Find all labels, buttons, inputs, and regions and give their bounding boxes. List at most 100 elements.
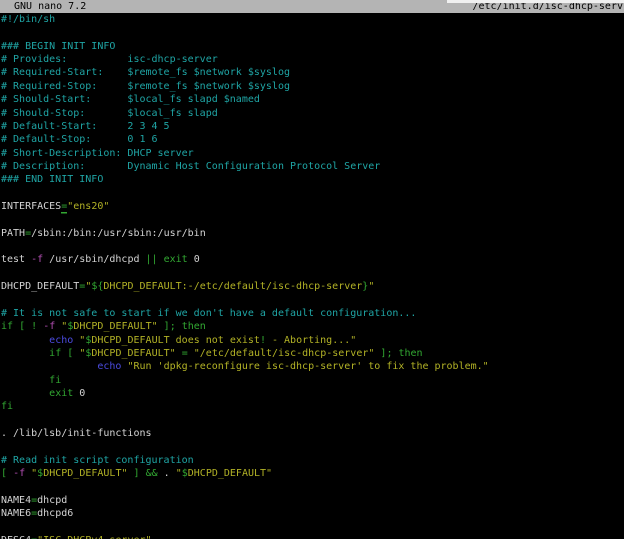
code-token: PATH xyxy=(1,228,25,239)
nano-version-label: GNU nano 7.2 xyxy=(14,0,86,13)
code-line xyxy=(1,294,624,307)
code-line: echo "Run 'dpkg-reconfigure isc-dhcp-ser… xyxy=(1,360,624,373)
code-token: dhcpd xyxy=(37,495,67,506)
code-token: fi xyxy=(49,375,61,386)
code-token: 0 xyxy=(73,388,85,399)
code-token: # Default-Start: 2 3 4 5 xyxy=(1,121,170,132)
code-token: #!/bin/sh xyxy=(1,14,55,25)
code-token: . xyxy=(158,468,176,479)
code-line xyxy=(1,187,624,200)
code-token: " xyxy=(368,281,374,292)
code-token: if xyxy=(49,348,61,359)
code-token: ### BEGIN INIT INFO xyxy=(1,41,115,52)
code-token: -f xyxy=(43,321,55,332)
code-token: DESC4 xyxy=(1,535,31,539)
code-line xyxy=(1,267,624,280)
code-line: # Should-Start: $local_fs slapd $named xyxy=(1,93,624,106)
code-token: INTERFACES xyxy=(1,201,61,212)
code-token: DHCPD_DEFAULT" xyxy=(73,321,157,332)
code-line: echo "$DHCPD_DEFAULT does not exist! - A… xyxy=(1,334,624,347)
code-token: exit xyxy=(164,254,188,265)
code-token xyxy=(1,335,49,346)
code-token: - Aborting..." xyxy=(266,335,356,346)
code-token: DHCPD_DEFAULT does not exist xyxy=(91,335,260,346)
code-line: DHCPD_DEFAULT="${DHCPD_DEFAULT:-/etc/def… xyxy=(1,280,624,293)
code-token xyxy=(1,375,49,386)
code-token: ]; xyxy=(380,348,392,359)
code-token: DHCPD_DEFAULT xyxy=(1,281,79,292)
code-token xyxy=(1,361,97,372)
code-token: # Provides: isc-dhcp-server xyxy=(1,54,218,65)
code-line: # Default-Start: 2 3 4 5 xyxy=(1,120,624,133)
code-token: && xyxy=(146,468,158,479)
code-token: -f xyxy=(31,254,43,265)
code-token: exit xyxy=(49,388,73,399)
code-token: NAME4 xyxy=(1,495,31,506)
code-line: test -f /usr/sbin/dhcpd || exit 0 xyxy=(1,253,624,266)
code-token: 0 xyxy=(188,254,200,265)
code-line: PATH=/sbin:/bin:/usr/sbin:/usr/bin xyxy=(1,227,624,240)
code-line: # Required-Start: $remote_fs $network $s… xyxy=(1,66,624,79)
code-line xyxy=(1,240,624,253)
code-token: DHCPD_DEFAULT" xyxy=(43,468,127,479)
code-token: DHCPD_DEFAULT" xyxy=(188,468,272,479)
code-token: # Required-Start: $remote_fs $network $s… xyxy=(1,67,290,78)
code-token: . /lib/lsb/init-functions xyxy=(1,428,152,439)
code-token: ### END INIT INFO xyxy=(1,174,103,185)
code-token: # It is not safe to start if we don't ha… xyxy=(1,308,416,319)
code-token: # Default-Stop: 0 1 6 xyxy=(1,134,158,145)
code-token: DHCPD_DEFAULT:-/etc/default/isc-dhcp-ser… xyxy=(103,281,362,292)
code-line: ### BEGIN INIT INFO xyxy=(1,40,624,53)
code-token xyxy=(1,388,49,399)
code-token: ]; xyxy=(164,321,176,332)
code-line xyxy=(1,213,624,226)
code-line: # Default-Stop: 0 1 6 xyxy=(1,133,624,146)
code-line: # Should-Stop: $local_fs slapd xyxy=(1,107,624,120)
code-line xyxy=(1,26,624,39)
code-token: /sbin:/bin:/usr/sbin:/usr/bin xyxy=(31,228,206,239)
code-token: echo xyxy=(97,361,121,372)
code-token: # Short-Description: DHCP server xyxy=(1,148,194,159)
window-edge-highlight xyxy=(447,0,624,3)
code-token: fi xyxy=(1,401,13,412)
code-line: ### END INIT INFO xyxy=(1,173,624,186)
code-line: # It is not safe to start if we don't ha… xyxy=(1,307,624,320)
code-line: # Read init script configuration xyxy=(1,454,624,467)
code-token: || xyxy=(146,254,158,265)
code-token: test xyxy=(1,254,31,265)
code-line: INTERFACES="ens20" xyxy=(1,200,624,213)
code-token: # Should-Stop: $local_fs slapd xyxy=(1,108,218,119)
editor-buffer[interactable]: #!/bin/sh ### BEGIN INIT INFO # Provides: … xyxy=(1,13,624,539)
code-token: # Required-Stop: $remote_fs $network $sy… xyxy=(1,81,290,92)
code-line: . /lib/lsb/init-functions xyxy=(1,427,624,440)
code-line: # Provides: isc-dhcp-server xyxy=(1,53,624,66)
code-line xyxy=(1,521,624,534)
code-token: # Read init script configuration xyxy=(1,455,194,466)
code-token xyxy=(1,348,49,359)
code-line: fi xyxy=(1,400,624,413)
code-token: then xyxy=(182,321,206,332)
code-line: if [ ! -f "$DHCPD_DEFAULT" ]; then xyxy=(1,320,624,333)
code-token: "ens20" xyxy=(67,201,109,212)
code-line xyxy=(1,414,624,427)
code-line: DESC4="ISC DHCPv4 server" xyxy=(1,534,624,539)
code-line: [ -f "$DHCPD_DEFAULT" ] && . "$DHCPD_DEF… xyxy=(1,467,624,480)
code-line xyxy=(1,441,624,454)
code-line: NAME4=dhcpd xyxy=(1,494,624,507)
code-token: "ISC DHCPv4 server" xyxy=(37,535,151,539)
code-line: fi xyxy=(1,374,624,387)
code-line: if [ "$DHCPD_DEFAULT" = "/etc/default/is… xyxy=(1,347,624,360)
code-token: DHCPD_DEFAULT" xyxy=(91,348,175,359)
code-line: NAME6=dhcpd6 xyxy=(1,507,624,520)
code-token: echo xyxy=(49,335,73,346)
code-line: #!/bin/sh xyxy=(1,13,624,26)
code-token: # Description: Dynamic Host Configuratio… xyxy=(1,161,380,172)
code-token: dhcpd6 xyxy=(37,508,73,519)
code-token: "Run 'dpkg-reconfigure isc-dhcp-server' … xyxy=(127,361,488,372)
code-token: if xyxy=(1,321,13,332)
code-line xyxy=(1,481,624,494)
code-token: NAME6 xyxy=(1,508,31,519)
code-line: # Short-Description: DHCP server xyxy=(1,147,624,160)
code-line: # Description: Dynamic Host Configuratio… xyxy=(1,160,624,173)
code-token: -f xyxy=(13,468,25,479)
